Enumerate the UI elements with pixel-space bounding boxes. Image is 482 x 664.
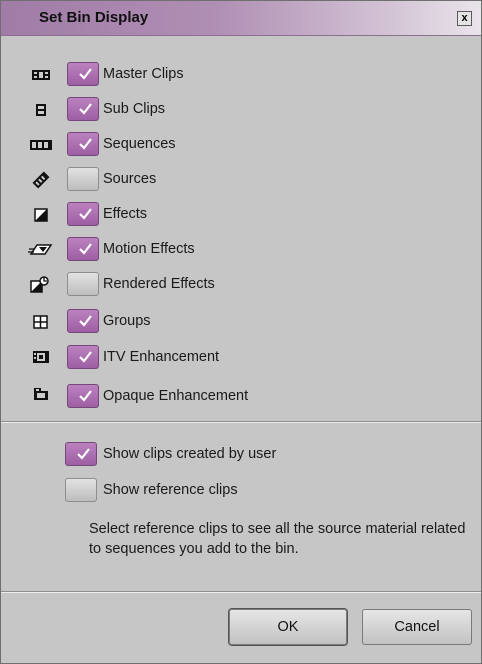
effect-icon — [31, 205, 51, 225]
rendered-effects-checkbox[interactable] — [67, 272, 99, 296]
item-sequences[interactable]: Sequences — [67, 132, 267, 158]
subclip-icon — [31, 100, 51, 120]
item-motion-effects[interactable]: Motion Effects — [67, 237, 267, 263]
motion-effect-icon — [27, 240, 53, 260]
checkmark-icon — [79, 315, 92, 327]
item-master-clips[interactable]: Master Clips — [67, 62, 267, 88]
source-icon — [31, 170, 51, 190]
checkmark-icon — [79, 243, 92, 255]
sequence-icon — [29, 135, 53, 155]
sources-label: Sources — [103, 171, 157, 187]
groups-checkbox[interactable] — [67, 309, 99, 333]
show-reference-clips-label: Show reference clips — [103, 482, 238, 498]
master-clip-icon — [31, 65, 51, 85]
effects-checkbox[interactable] — [67, 202, 99, 226]
item-opaque-enhancement[interactable]: Opaque Enhancement — [67, 384, 307, 410]
cancel-button[interactable]: Cancel — [362, 609, 472, 645]
itv-enhancement-icon — [31, 347, 51, 367]
item-rendered-effects[interactable]: Rendered Effects — [67, 272, 287, 298]
show-clips-created-by-user-checkbox[interactable] — [65, 442, 97, 466]
checkmark-icon — [79, 68, 92, 80]
rendered-effect-icon — [29, 275, 51, 295]
checkmark-icon — [79, 103, 92, 115]
item-groups[interactable]: Groups — [67, 309, 267, 335]
sequences-checkbox[interactable] — [67, 132, 99, 156]
master-clips-checkbox[interactable] — [67, 62, 99, 86]
dialog-title: Set Bin Display — [39, 9, 149, 26]
set-bin-display-dialog: Set Bin Display x Master Clips Sub Clips — [0, 0, 482, 664]
checkmark-icon — [79, 351, 92, 363]
rendered-effects-label: Rendered Effects — [103, 276, 215, 292]
checkmark-icon — [79, 390, 92, 402]
opaque-enhancement-checkbox[interactable] — [67, 384, 99, 408]
motion-effects-checkbox[interactable] — [67, 237, 99, 261]
effects-label: Effects — [103, 206, 148, 222]
motion-effects-label: Motion Effects — [103, 241, 195, 257]
master-clips-label: Master Clips — [103, 66, 184, 82]
title-bar[interactable]: Set Bin Display x — [1, 1, 481, 36]
opaque-enhancement-label: Opaque Enhancement — [103, 388, 249, 404]
sources-checkbox[interactable] — [67, 167, 99, 191]
option-show-clips-created-by-user[interactable]: Show clips created by user — [65, 442, 345, 468]
reference-clips-description: Select reference clips to see all the so… — [89, 521, 466, 557]
close-button[interactable]: x — [457, 11, 472, 26]
sub-clips-checkbox[interactable] — [67, 97, 99, 121]
checkmark-icon — [79, 208, 92, 220]
groups-label: Groups — [103, 313, 151, 329]
show-reference-clips-checkbox[interactable] — [65, 478, 97, 502]
item-sources[interactable]: Sources — [67, 167, 267, 193]
item-effects[interactable]: Effects — [67, 202, 267, 228]
itv-enhancement-label: ITV Enhancement — [103, 349, 220, 365]
item-itv-enhancement[interactable]: ITV Enhancement — [67, 345, 287, 371]
itv-enhancement-checkbox[interactable] — [67, 345, 99, 369]
option-show-reference-clips[interactable]: Show reference clips — [65, 478, 345, 504]
sub-clips-label: Sub Clips — [103, 101, 166, 117]
separator — [1, 421, 481, 423]
checkmark-icon — [79, 138, 92, 150]
group-icon — [31, 312, 51, 332]
item-sub-clips[interactable]: Sub Clips — [67, 97, 267, 123]
show-clips-created-by-user-label: Show clips created by user — [103, 446, 277, 462]
opaque-enhancement-icon — [31, 384, 51, 404]
ok-button[interactable]: OK — [229, 609, 347, 645]
checkmark-icon — [77, 448, 90, 460]
separator — [1, 591, 481, 593]
sequences-label: Sequences — [103, 136, 176, 152]
